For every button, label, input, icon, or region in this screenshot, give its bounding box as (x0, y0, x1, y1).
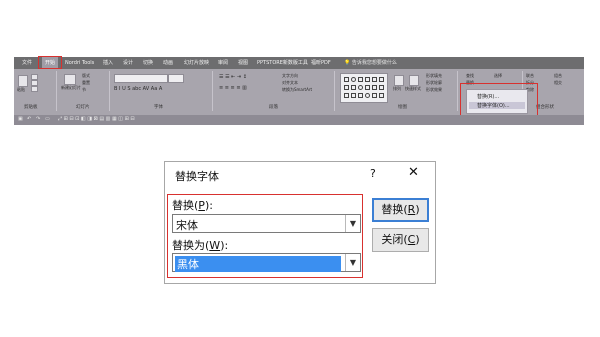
reset-button[interactable]: 重置 (82, 80, 90, 86)
tab-slideshow[interactable]: 幻灯片放映 (184, 57, 209, 69)
shapes-gallery[interactable] (340, 73, 388, 103)
tell-me-search[interactable]: 💡 告诉我您想要做什么 (344, 57, 397, 69)
ribbon-tab-bar: 文件 开始 Nordri Tools 插入 设计 切换 动画 幻灯片放映 审阅 … (14, 57, 584, 69)
select-button[interactable]: 选择 (494, 73, 502, 79)
lightbulb-icon: 💡 (344, 60, 352, 66)
shape-outline-button[interactable]: 形状轮廓 (426, 80, 442, 86)
replace-button[interactable]: 替换(R) (372, 198, 429, 222)
layout-button[interactable]: 版式 (82, 73, 90, 79)
replace-with-font-value: 黑体 (175, 256, 341, 272)
convert-smartart-button[interactable]: 转换为SmartArt (282, 87, 312, 93)
undo-icon[interactable]: ↶ (27, 116, 31, 122)
align-buttons[interactable]: ≡ ≡ ≡ ≡ ▥ (219, 85, 247, 91)
tab-view[interactable]: 视图 (238, 57, 248, 69)
section-button[interactable]: 节 (82, 87, 86, 93)
close-icon[interactable]: ✕ (408, 165, 419, 180)
group-separator (457, 71, 458, 111)
shape-effects-button[interactable]: 形状效果 (426, 87, 442, 93)
arrange-label: 排列 (393, 86, 401, 91)
arrange-icon[interactable] (394, 75, 404, 86)
save-icon[interactable]: ▣ (18, 116, 23, 122)
tab-foxit-pdf[interactable]: 福昕PDF (311, 57, 331, 69)
qat-tools-icons[interactable]: ⤢ ⊞ ⊟ ⊡ ◧ ◨ ⊠ ▤ ▥ ▦ ◫ ⊞ ⊟ (58, 116, 135, 122)
tab-file[interactable]: 文件 (22, 57, 32, 69)
paste-label: 粘贴 (17, 87, 25, 92)
text-direction-button[interactable]: 文字方向 (282, 73, 298, 79)
intersect-button[interactable]: 相交 (554, 80, 562, 86)
close-button[interactable]: 关闭(C) (372, 228, 429, 252)
replace-font-select[interactable]: 宋体 ▼ (172, 214, 361, 233)
chevron-down-icon[interactable]: ▼ (345, 215, 360, 232)
group-font: 字体 (154, 105, 163, 110)
chevron-down-icon[interactable]: ▼ (345, 254, 360, 271)
font-size-combo[interactable] (168, 74, 184, 83)
replace-fonts-dialog: 替换字体 ? ✕ 替换(P): 宋体 ▼ 替换为(W): 黑体 ▼ 替换(R) … (164, 161, 436, 284)
tab-transitions[interactable]: 切换 (143, 57, 153, 69)
group-separator (56, 71, 57, 111)
new-slide-label: 新建幻灯片 (61, 85, 81, 90)
quick-styles-icon[interactable] (409, 75, 419, 86)
align-text-button[interactable]: 对齐文本 (282, 80, 298, 86)
group-separator (334, 71, 335, 111)
group-separator (109, 71, 110, 111)
group-drawing: 绘图 (398, 105, 407, 110)
union-button[interactable]: 联合 (526, 73, 534, 79)
replace-with-font-select[interactable]: 黑体 ▼ (172, 253, 361, 272)
font-format-buttons[interactable]: B I U S abc AV Aa A (114, 86, 162, 92)
find-button[interactable]: 查找 (466, 73, 474, 79)
replace-with-label: 替换为(W): (172, 239, 229, 252)
group-combine-shapes: 组合形状 (536, 105, 554, 110)
replace-font-value: 宋体 (176, 219, 198, 232)
tab-insert[interactable]: 插入 (103, 57, 113, 69)
group-slides: 幻灯片 (76, 105, 90, 110)
group-paragraph: 段落 (269, 105, 278, 110)
format-painter-icon[interactable] (31, 86, 38, 92)
help-button[interactable]: ? (370, 167, 376, 180)
paste-icon[interactable] (18, 75, 28, 87)
new-slide-icon[interactable] (64, 74, 76, 85)
group-separator (212, 71, 213, 111)
quick-styles-label: 快速样式 (405, 86, 421, 91)
quick-access-toolbar: ▣ ↶ ↷ ▭ ⤢ ⊞ ⊟ ⊡ ◧ ◨ ⊠ ▤ ▥ ▦ ◫ ⊞ ⊟ (14, 115, 584, 125)
redo-icon[interactable]: ↷ (36, 116, 40, 122)
home-tab-highlight-box (38, 56, 62, 69)
tab-review[interactable]: 审阅 (218, 57, 228, 69)
dialog-title: 替换字体 (175, 170, 219, 183)
tab-pptstore[interactable]: PPTSTORE新数版工具 (257, 57, 308, 69)
group-clipboard: 剪贴板 (24, 105, 38, 110)
tab-animations[interactable]: 动画 (163, 57, 173, 69)
list-buttons[interactable]: ☰ ☰ ⇤ ⇥ ↕ (219, 74, 247, 80)
tab-design[interactable]: 设计 (123, 57, 133, 69)
ribbon: 文件 开始 Nordri Tools 插入 设计 切换 动画 幻灯片放映 审阅 … (14, 56, 584, 125)
replace-label: 替换(P): (172, 199, 213, 212)
combine-button[interactable]: 组合 (554, 73, 562, 79)
ribbon-body: 粘贴 剪贴板 新建幻灯片 版式 重置 节 幻灯片 B I U S abc AV … (14, 69, 584, 121)
start-slideshow-icon[interactable]: ▭ (45, 116, 50, 122)
shape-fill-button[interactable]: 形状填充 (426, 73, 442, 79)
font-name-combo[interactable] (114, 74, 168, 83)
tab-nordri-tools[interactable]: Nordri Tools (65, 57, 94, 69)
